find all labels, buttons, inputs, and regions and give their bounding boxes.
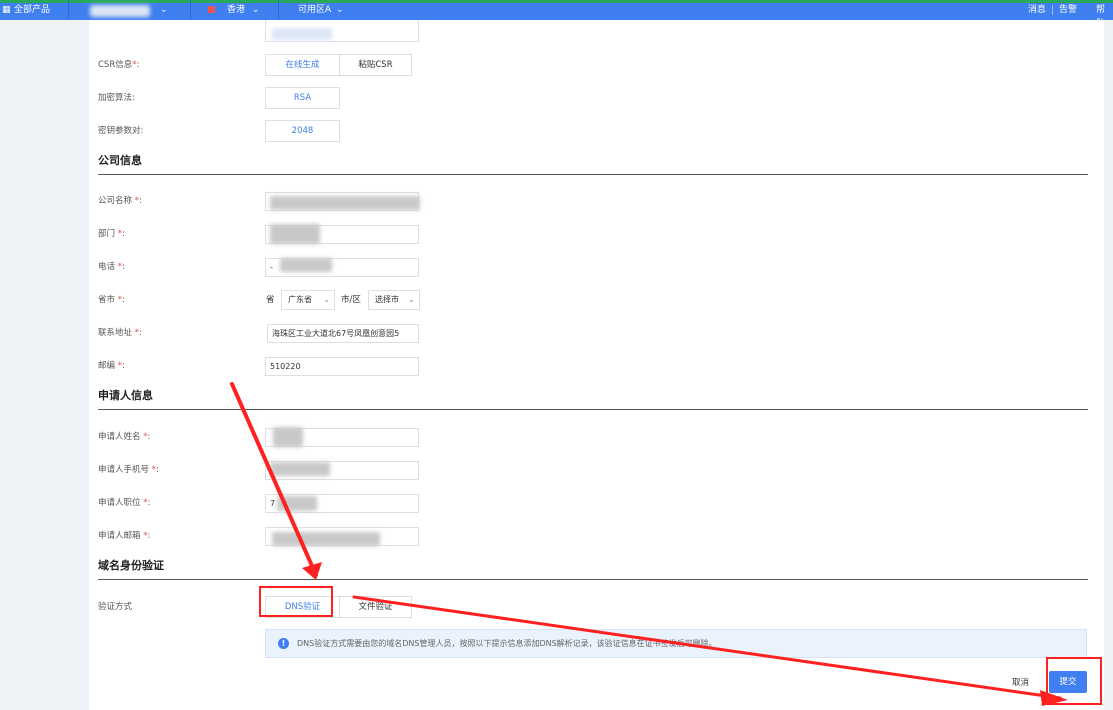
annotation-arrow-to-submit [352, 595, 1062, 700]
arrow-head-icon [1040, 690, 1068, 706]
annotation-arrow-to-dns [230, 382, 318, 577]
annotation-arrows [230, 382, 1068, 706]
